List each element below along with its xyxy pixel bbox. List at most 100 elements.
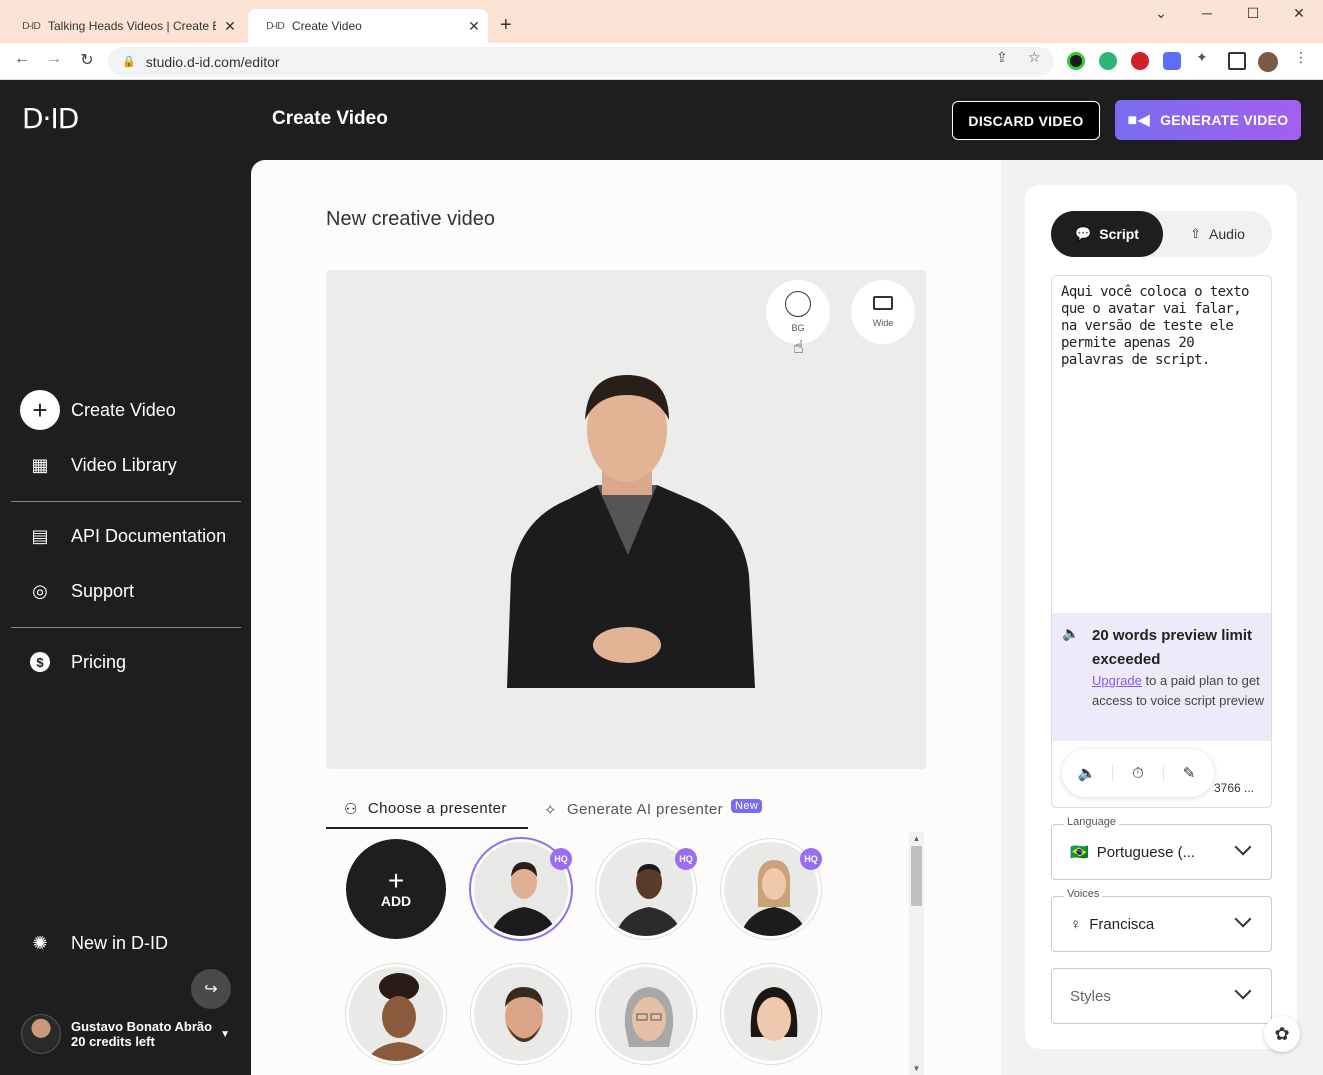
speaker-icon: 🔈 — [1062, 625, 1080, 641]
grid-icon: ▦ — [31, 454, 49, 475]
hq-badge: HQ — [675, 848, 697, 870]
timer-icon[interactable]: ⏱ — [1113, 764, 1164, 782]
upgrade-link[interactable]: Upgrade — [1092, 673, 1142, 688]
extension-icon[interactable] — [1099, 52, 1117, 70]
add-presenter-button[interactable]: + ADD — [346, 839, 446, 939]
sidebar-item-video-library[interactable]: ▦ Video Library — [20, 445, 176, 485]
tab-choose-presenter[interactable]: ⚇ Choose a presenter — [326, 790, 528, 829]
scroll-up-icon[interactable]: ▲ — [909, 834, 924, 843]
avatar — [21, 1014, 61, 1054]
menu-kebab-icon[interactable]: ⋮ — [1292, 49, 1310, 66]
new-tab-button[interactable]: + — [500, 14, 512, 37]
sidebar-item-support[interactable]: ◎ Support — [20, 571, 134, 611]
wide-aspect-button[interactable]: Wide — [851, 280, 915, 344]
voices-label: Voices — [1064, 888, 1103, 900]
browser-tab-active[interactable]: D-ID Create Video ✕ — [248, 9, 488, 43]
user-name: Gustavo Bonato Abrão — [71, 1019, 213, 1034]
address-bar[interactable]: 🔒 studio.d-id.com/editor — [108, 47, 1054, 76]
browser-tab[interactable]: D-ID Talking Heads Videos | Create E-l ✕ — [4, 9, 244, 43]
presenter-option[interactable] — [471, 964, 571, 1064]
voices-select[interactable]: Voices ♀ Francisca — [1051, 888, 1272, 952]
discard-video-button[interactable]: DISCARD VIDEO — [952, 101, 1100, 140]
tab-favicon: D-ID — [22, 20, 41, 32]
warning-title: 20 words preview limit exceeded — [1092, 627, 1253, 668]
bookmark-star-icon[interactable]: ☆ — [1028, 49, 1041, 66]
chevron-down-icon — [1234, 910, 1252, 928]
chat-bubble-icon: 💬 — [1075, 226, 1092, 241]
upload-icon: ⇧ — [1190, 226, 1202, 241]
presenter-tabs: ⚇ Choose a presenter ✧ Generate AI prese… — [326, 790, 926, 829]
scrollbar-thumb[interactable] — [911, 846, 922, 906]
preview-limit-warning: 🔈 20 words preview limit exceeded Upgrad… — [1052, 613, 1271, 741]
hq-badge: HQ — [550, 848, 572, 870]
sidebar-divider — [11, 627, 241, 628]
background-button[interactable]: BG — [766, 280, 830, 344]
tab-favicon: D-ID — [266, 20, 285, 32]
presenter-option[interactable] — [721, 964, 821, 1064]
tab-label: Audio — [1209, 226, 1245, 242]
sidebar-item-new-in-did[interactable]: ✺ New in D-ID — [20, 923, 168, 963]
person-icon: ⚇ — [344, 800, 358, 818]
script-textarea[interactable]: Aqui você coloca o texto que o avatar va… — [1061, 284, 1264, 369]
minimize-button[interactable]: ─ — [1184, 5, 1230, 21]
chevron-down-icon — [1234, 982, 1252, 1000]
rectangle-icon — [873, 296, 893, 310]
tab-script[interactable]: 💬 Script — [1051, 211, 1163, 257]
tab-audio[interactable]: ⇧ Audio — [1163, 211, 1272, 257]
script-tools: 🔈 ⏱ ✎ — [1062, 749, 1214, 797]
credits-left: 20 credits left — [71, 1034, 155, 1049]
sidebar-item-api-documentation[interactable]: ▤ API Documentation — [20, 516, 226, 556]
language-label: Language — [1064, 816, 1119, 828]
presenter-option[interactable] — [346, 964, 446, 1064]
forward-button[interactable]: → — [42, 50, 66, 68]
tab-label: Choose a presenter — [367, 800, 507, 817]
maximize-button[interactable]: ☐ — [1230, 5, 1276, 22]
sidebar-item-label: Create Video — [71, 399, 176, 420]
presenter-scrollbar[interactable]: ▲ ▼ — [909, 832, 924, 1075]
did-logo[interactable]: D·ID — [22, 102, 79, 135]
close-window-button[interactable]: ✕ — [1276, 5, 1322, 22]
side-panel-icon[interactable] — [1228, 52, 1246, 70]
profile-avatar-icon[interactable] — [1258, 52, 1278, 72]
magic-wand-icon[interactable]: ✎ — [1164, 764, 1214, 782]
lock-icon: 🔒 — [122, 56, 136, 68]
close-tab-icon[interactable]: ✕ — [216, 18, 244, 35]
lifebuoy-icon: ◎ — [32, 580, 48, 601]
language-select[interactable]: Language 🇧🇷 Portuguese (... — [1051, 816, 1272, 880]
presenter-option[interactable] — [596, 964, 696, 1064]
sidebar-item-pricing[interactable]: $ Pricing — [20, 642, 126, 682]
new-badge: New — [730, 798, 763, 813]
wide-label: Wide — [872, 318, 894, 328]
caret-down-icon[interactable]: ▼ — [220, 1029, 230, 1040]
styles-select[interactable]: Styles — [1051, 968, 1272, 1024]
scroll-down-icon[interactable]: ▼ — [909, 1064, 924, 1073]
sidebar-item-create-video[interactable]: + Create Video — [20, 390, 176, 430]
presenter-preview — [507, 375, 755, 688]
share-arrow-button[interactable]: ↪ — [191, 969, 231, 1009]
page-title: Create Video — [272, 108, 388, 129]
chevron-down-icon — [1234, 838, 1252, 856]
puzzle-icon[interactable]: ✦ — [1196, 49, 1208, 66]
styles-placeholder: Styles — [1070, 987, 1111, 1005]
user-profile[interactable]: Gustavo Bonato Abrão 20 credits left ▼ — [21, 1014, 230, 1054]
hand-cursor-icon: ☝ — [793, 337, 804, 357]
sidebar-item-label: New in D-ID — [71, 932, 169, 953]
extension-icon[interactable] — [1163, 52, 1181, 70]
back-button[interactable]: ← — [10, 50, 34, 68]
character-count: 3766 ... — [1214, 781, 1255, 795]
add-label: ADD — [380, 893, 412, 909]
share-icon[interactable]: ⇪ — [996, 49, 1008, 66]
extension-icon[interactable] — [1131, 52, 1149, 70]
close-tab-icon[interactable]: ✕ — [460, 18, 488, 35]
video-title[interactable]: New creative video — [326, 208, 495, 231]
brazil-flag-icon: 🇧🇷 — [1070, 844, 1089, 861]
tab-label: Script — [1099, 226, 1139, 242]
voice-preview-icon[interactable]: 🔈 — [1062, 764, 1113, 782]
reload-button[interactable]: ↻ — [75, 50, 99, 70]
chatgpt-extension-icon[interactable]: ✿ — [1264, 1016, 1300, 1052]
tab-generate-ai-presenter[interactable]: ✧ Generate AI presenter New — [544, 790, 763, 829]
extension-icon[interactable] — [1067, 52, 1085, 70]
tab-title: Talking Heads Videos | Create E-l — [48, 19, 216, 33]
tab-list-icon[interactable]: ⌄ — [1138, 5, 1184, 22]
generate-video-button[interactable]: ■◀ GENERATE VIDEO — [1115, 100, 1301, 140]
